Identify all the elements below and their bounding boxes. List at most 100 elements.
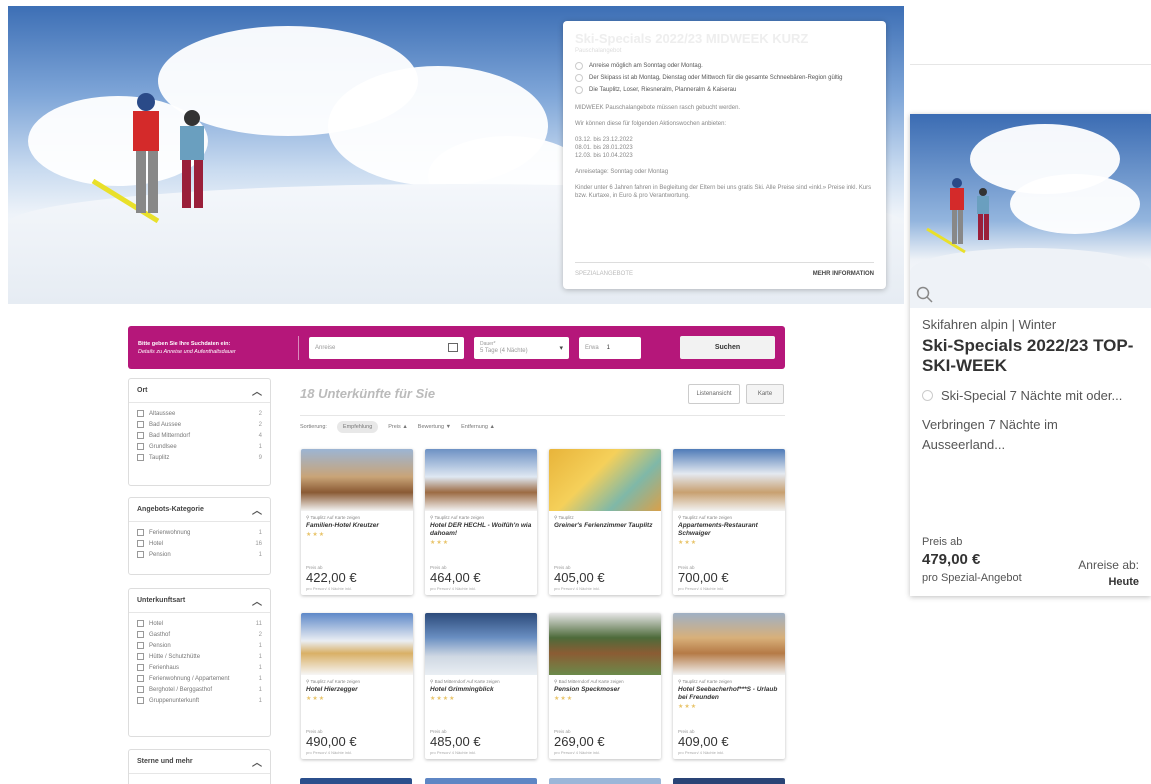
- checkbox[interactable]: [137, 697, 144, 704]
- filter-option[interactable]: Altaussee 2: [137, 408, 262, 419]
- hotel-image[interactable]: [673, 449, 785, 511]
- filter-option[interactable]: Hütte / Schutzhütte 1: [137, 651, 262, 662]
- checkbox[interactable]: [137, 631, 144, 638]
- filter-option-label: Tauplitz: [149, 454, 170, 461]
- hotel-name[interactable]: Hotel Seebacherhof***S - Urlaub bei Freu…: [678, 686, 780, 702]
- map-view-button[interactable]: Karte: [746, 384, 784, 404]
- filter-option[interactable]: Gasthof 2: [137, 629, 262, 640]
- chevron-down-icon: ▾: [559, 344, 563, 352]
- hotel-name[interactable]: Hotel DER HECHL - Woifüh'n wia dahoam!: [430, 522, 532, 538]
- hotel-card[interactable]: ⚲ Bad Mitterndorf Auf Karte zeigen Hotel …: [425, 613, 537, 759]
- filter-option[interactable]: Ferienhaus 1: [137, 662, 262, 673]
- hotel-location: ⚲ Tauplitz Auf Karte zeigen: [678, 679, 732, 684]
- filter-option[interactable]: Ferienwohnung / Appartement 1: [137, 673, 262, 684]
- filter-option[interactable]: Grundlsee 1: [137, 441, 262, 452]
- filter-option-count: 1: [258, 697, 262, 704]
- more-info-button[interactable]: MEHR INFORMATION: [813, 271, 874, 277]
- filter-header[interactable]: Ort ︿: [129, 379, 270, 403]
- map-pin-icon: ⚲: [430, 679, 434, 684]
- checkbox[interactable]: [137, 421, 144, 428]
- offer-text: Anreisetage: Sonntag oder Montag: [575, 169, 669, 175]
- chevron-up-icon[interactable]: ︿: [252, 383, 262, 398]
- hotel-name[interactable]: Greiner's Ferienzimmer Tauplitz: [554, 522, 656, 530]
- checkbox[interactable]: [137, 443, 144, 450]
- filter-option[interactable]: Hotel 11: [137, 618, 262, 629]
- sort-price[interactable]: Preis ▲: [388, 424, 408, 430]
- hotel-image[interactable]: [549, 613, 661, 675]
- arrival-date-input[interactable]: Anreise: [309, 336, 464, 359]
- checkbox[interactable]: [137, 664, 144, 671]
- filter-option-label: Hotel: [149, 620, 164, 627]
- hotel-name[interactable]: Pension Speckmoser: [554, 686, 656, 694]
- checkbox[interactable]: [137, 529, 144, 536]
- sort-recommendation[interactable]: Empfehlung: [336, 420, 379, 433]
- filter-header[interactable]: Angebots-Kategorie ︿: [129, 498, 270, 522]
- hotel-card[interactable]: ⚲ Tauplitz Auf Karte zeigen Hotel Hierzeg…: [301, 613, 413, 759]
- adults-input[interactable]: Erwa 1: [579, 336, 641, 359]
- hotel-image[interactable]: [301, 613, 413, 675]
- checkbox[interactable]: [137, 551, 144, 558]
- special-offers-link[interactable]: SPEZIALANGEBOTE: [575, 271, 633, 277]
- zoom-icon[interactable]: [916, 286, 934, 304]
- checkbox[interactable]: [137, 540, 144, 547]
- filter-option-label: Ferienwohnung / Appartement: [149, 675, 230, 682]
- price-unit: pro Person/ 4 Nächte inkl.: [554, 586, 601, 591]
- chevron-up-icon[interactable]: ︿: [252, 754, 262, 769]
- sort-distance[interactable]: Entfernung ▲: [461, 424, 495, 430]
- hotel-card-partial[interactable]: [673, 778, 785, 784]
- hotel-card-partial[interactable]: [549, 778, 661, 784]
- hotel-card-partial[interactable]: [300, 778, 412, 784]
- hotel-image[interactable]: [673, 613, 785, 675]
- duration-select[interactable]: Dauer* 5 Tage (4 Nächte) ▾: [474, 336, 569, 359]
- filter-header[interactable]: Sterne und mehr ︿: [129, 750, 270, 774]
- filter-option[interactable]: Tauplitz 9: [137, 452, 262, 463]
- hotel-card[interactable]: ⚲ Bad Mitterndorf Auf Karte zeigen Pensio…: [549, 613, 661, 759]
- hotel-name[interactable]: Familien-Hotel Kreutzer: [306, 522, 408, 530]
- filter-option-count: 1: [258, 675, 262, 682]
- hotel-image[interactable]: [549, 449, 661, 511]
- hotel-card[interactable]: ⚲ Tauplitz Auf Karte zeigen Hotel Seebach…: [673, 613, 785, 759]
- hotel-price: 490,00 €: [306, 734, 357, 749]
- checkbox[interactable]: [137, 675, 144, 682]
- checkbox[interactable]: [137, 642, 144, 649]
- filter-option-label: Pension: [149, 642, 171, 649]
- hotel-card[interactable]: ⚲ Tauplitz Auf Karte zeigen Hotel DER HEC…: [425, 449, 537, 595]
- hotel-card[interactable]: ⚲ Tauplitz Auf Karte zeigen Familien-Hote…: [301, 449, 413, 595]
- filter-option-label: Grundlsee: [149, 443, 177, 450]
- chevron-up-icon[interactable]: ︿: [252, 502, 262, 517]
- sort-rating[interactable]: Bewertung ▼: [418, 424, 451, 430]
- list-view-button[interactable]: Listenansicht: [688, 384, 740, 404]
- filter-option[interactable]: Bad Aussee 2: [137, 419, 262, 430]
- checkbox[interactable]: [137, 653, 144, 660]
- hotel-name[interactable]: Hotel Grimmingblick: [430, 686, 532, 694]
- filter-option-count: 1: [258, 529, 262, 536]
- filter-option[interactable]: Hotel 16: [137, 538, 262, 549]
- filter-option[interactable]: Pension 1: [137, 549, 262, 560]
- hotel-name[interactable]: Hotel Hierzegger: [306, 686, 408, 694]
- checkbox[interactable]: [137, 686, 144, 693]
- chevron-up-icon[interactable]: ︿: [252, 593, 262, 608]
- hotel-card[interactable]: ⚲ Tauplitz Auf Karte zeigen Appartements-…: [673, 449, 785, 595]
- hotel-card[interactable]: ⚲ Tauplitz Greiner's Ferienzimmer Tauplit…: [549, 449, 661, 595]
- filter-option[interactable]: Gruppenunterkunft 1: [137, 695, 262, 706]
- offer-card[interactable]: Skifahren alpin | Winter Ski-Specials 20…: [910, 114, 1151, 596]
- hotel-image[interactable]: [425, 449, 537, 511]
- hotel-image[interactable]: [425, 613, 537, 675]
- filter-header[interactable]: Unterkunftsart ︿: [129, 589, 270, 613]
- calendar-icon[interactable]: [448, 343, 458, 352]
- filter-option[interactable]: Berghotel / Berggasthof 1: [137, 684, 262, 695]
- checkbox[interactable]: [137, 432, 144, 439]
- checkbox[interactable]: [137, 410, 144, 417]
- checkbox[interactable]: [137, 620, 144, 627]
- search-button[interactable]: Suchen: [680, 336, 775, 359]
- filter-option[interactable]: Bad Mitterndorf 4: [137, 430, 262, 441]
- results-count-title: 18 Unterkünfte für Sie: [300, 386, 436, 401]
- hotel-image[interactable]: [301, 449, 413, 511]
- filter-option[interactable]: Ferienwohnung 1: [137, 527, 262, 538]
- checkbox[interactable]: [137, 454, 144, 461]
- hotel-price: 700,00 €: [678, 570, 729, 585]
- offer-card-title[interactable]: Ski-Specials 2022/23 TOP-SKI-WEEK: [922, 336, 1139, 376]
- hotel-name[interactable]: Appartements-Restaurant Schwaiger: [678, 522, 780, 538]
- hotel-card-partial[interactable]: [425, 778, 537, 784]
- filter-option[interactable]: Pension 1: [137, 640, 262, 651]
